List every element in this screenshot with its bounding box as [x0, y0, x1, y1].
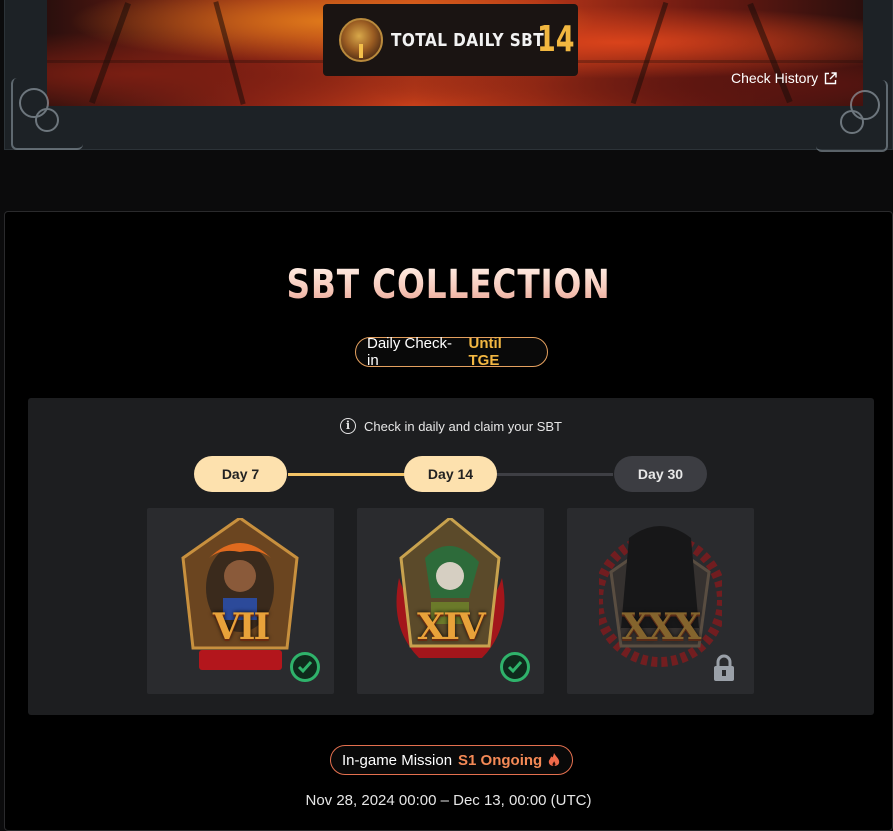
checkin-info: i Check in daily and claim your SBT	[28, 418, 874, 434]
sbt-collection-card: SBT COLLECTION Daily Check-in Until TGE …	[4, 211, 893, 831]
checkin-info-text: Check in daily and claim your SBT	[364, 418, 562, 434]
badge-ribbon	[199, 650, 282, 670]
daily-checkin-badge: Daily Check-in Until TGE	[355, 335, 548, 369]
sbt-badge-day-30[interactable]: XXX	[567, 508, 754, 694]
checkin-panel: i Check in daily and claim your SBT Day …	[28, 398, 874, 715]
sbt-badge-day-7[interactable]: VII	[147, 508, 334, 694]
flame-icon	[548, 753, 560, 767]
checkin-highlight: Until TGE	[468, 335, 502, 369]
badge-artwork-day-30: XXX	[593, 518, 727, 678]
badge-numeral-day-30: XXX	[621, 606, 702, 648]
check-circle-icon	[290, 652, 320, 682]
check-history-label: Check History	[731, 70, 819, 86]
check-circle-icon	[500, 652, 530, 682]
mission-highlight: S1 Ongoing	[458, 751, 543, 769]
day-14-milestone: Day 14	[404, 456, 497, 492]
lock-icon	[711, 654, 737, 682]
mission-date-range: Nov 28, 2024 00:00 – Dec 13, 00:00 (UTC)	[305, 792, 592, 809]
mission-label: In-game Mission	[342, 751, 453, 769]
day-7-milestone: Day 7	[194, 456, 287, 492]
day-30-milestone: Day 30	[614, 456, 707, 492]
sbt-badge-day-14[interactable]: XIV	[357, 508, 544, 694]
info-icon: i	[340, 418, 356, 434]
medal-icon	[339, 18, 383, 62]
badge-artwork-day-14: XIV	[389, 516, 512, 678]
checkin-label: Daily Check-in	[367, 335, 453, 369]
check-history-link[interactable]: Check History	[731, 70, 837, 86]
external-link-icon	[824, 72, 837, 85]
in-game-mission-badge: In-game Mission S1 Ongoing	[330, 745, 573, 775]
total-daily-sbt-count: 14	[537, 19, 575, 60]
badge-numeral-day-7: VII	[212, 606, 271, 648]
total-daily-sbt-label: TOTAL DAILY SBT	[391, 29, 545, 51]
collection-title: SBT COLLECTION	[85, 262, 812, 308]
badge-numeral-day-14: XIV	[417, 606, 486, 648]
celtic-knot-ornament-left	[11, 78, 83, 150]
celtic-knot-ornament-right	[816, 80, 888, 152]
total-daily-sbt-box: TOTAL DAILY SBT 14	[323, 4, 578, 76]
badge-artwork-day-7: VII	[179, 516, 302, 678]
